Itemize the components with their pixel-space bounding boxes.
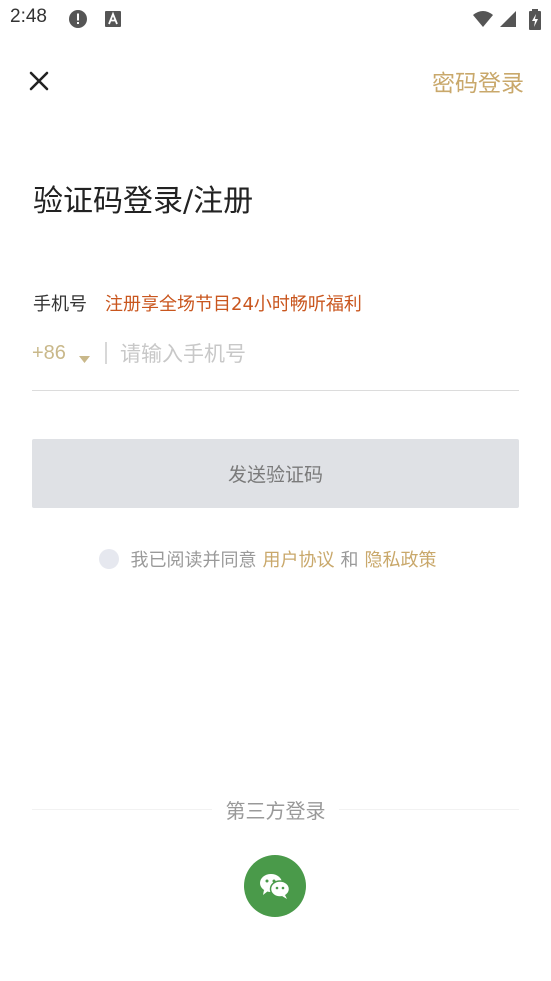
input-divider: [105, 342, 107, 364]
agreement-and: 和: [340, 550, 359, 571]
alert-icon: [68, 9, 88, 33]
agreement-row: 我已阅读并同意 用户协议 和 隐私政策: [0, 545, 551, 573]
caret-down-icon[interactable]: [79, 349, 90, 368]
wifi-icon: [472, 9, 494, 33]
agreement-checkbox[interactable]: [98, 549, 119, 569]
password-login-link[interactable]: 密码登录: [432, 64, 524, 98]
wechat-login-button[interactable]: [244, 855, 306, 917]
promo-text: 注册享全场节目24小时畅听福利: [105, 294, 362, 315]
battery-charging-icon: [528, 9, 542, 35]
status-time: 2:48: [10, 6, 47, 27]
phone-input-row: +86: [32, 332, 519, 391]
status-bar: 2:48: [0, 0, 551, 38]
close-button[interactable]: [24, 66, 54, 96]
close-icon: [29, 71, 49, 91]
third-party-section: 第三方登录: [32, 795, 519, 825]
phone-number-input[interactable]: [120, 336, 510, 372]
keyboard-a-icon: [104, 9, 122, 33]
country-code-selector[interactable]: +86: [32, 342, 66, 365]
agreement-prefix: 我已阅读并同意: [130, 550, 257, 571]
third-party-label: 第三方登录: [225, 799, 326, 823]
signal-icon: [499, 9, 517, 33]
login-screen: 2:48 密码登录 验证码登录/注册 手机号 注册享全场节目24小时畅听福利 +…: [0, 0, 551, 981]
phone-label: 手机号: [33, 294, 87, 315]
privacy-policy-link[interactable]: 隐私政策: [365, 546, 437, 572]
wechat-icon: [260, 874, 291, 899]
send-code-button[interactable]: 发送验证码: [32, 439, 519, 508]
user-agreement-link[interactable]: 用户协议: [263, 546, 335, 572]
page-title: 验证码登录/注册: [33, 184, 254, 219]
